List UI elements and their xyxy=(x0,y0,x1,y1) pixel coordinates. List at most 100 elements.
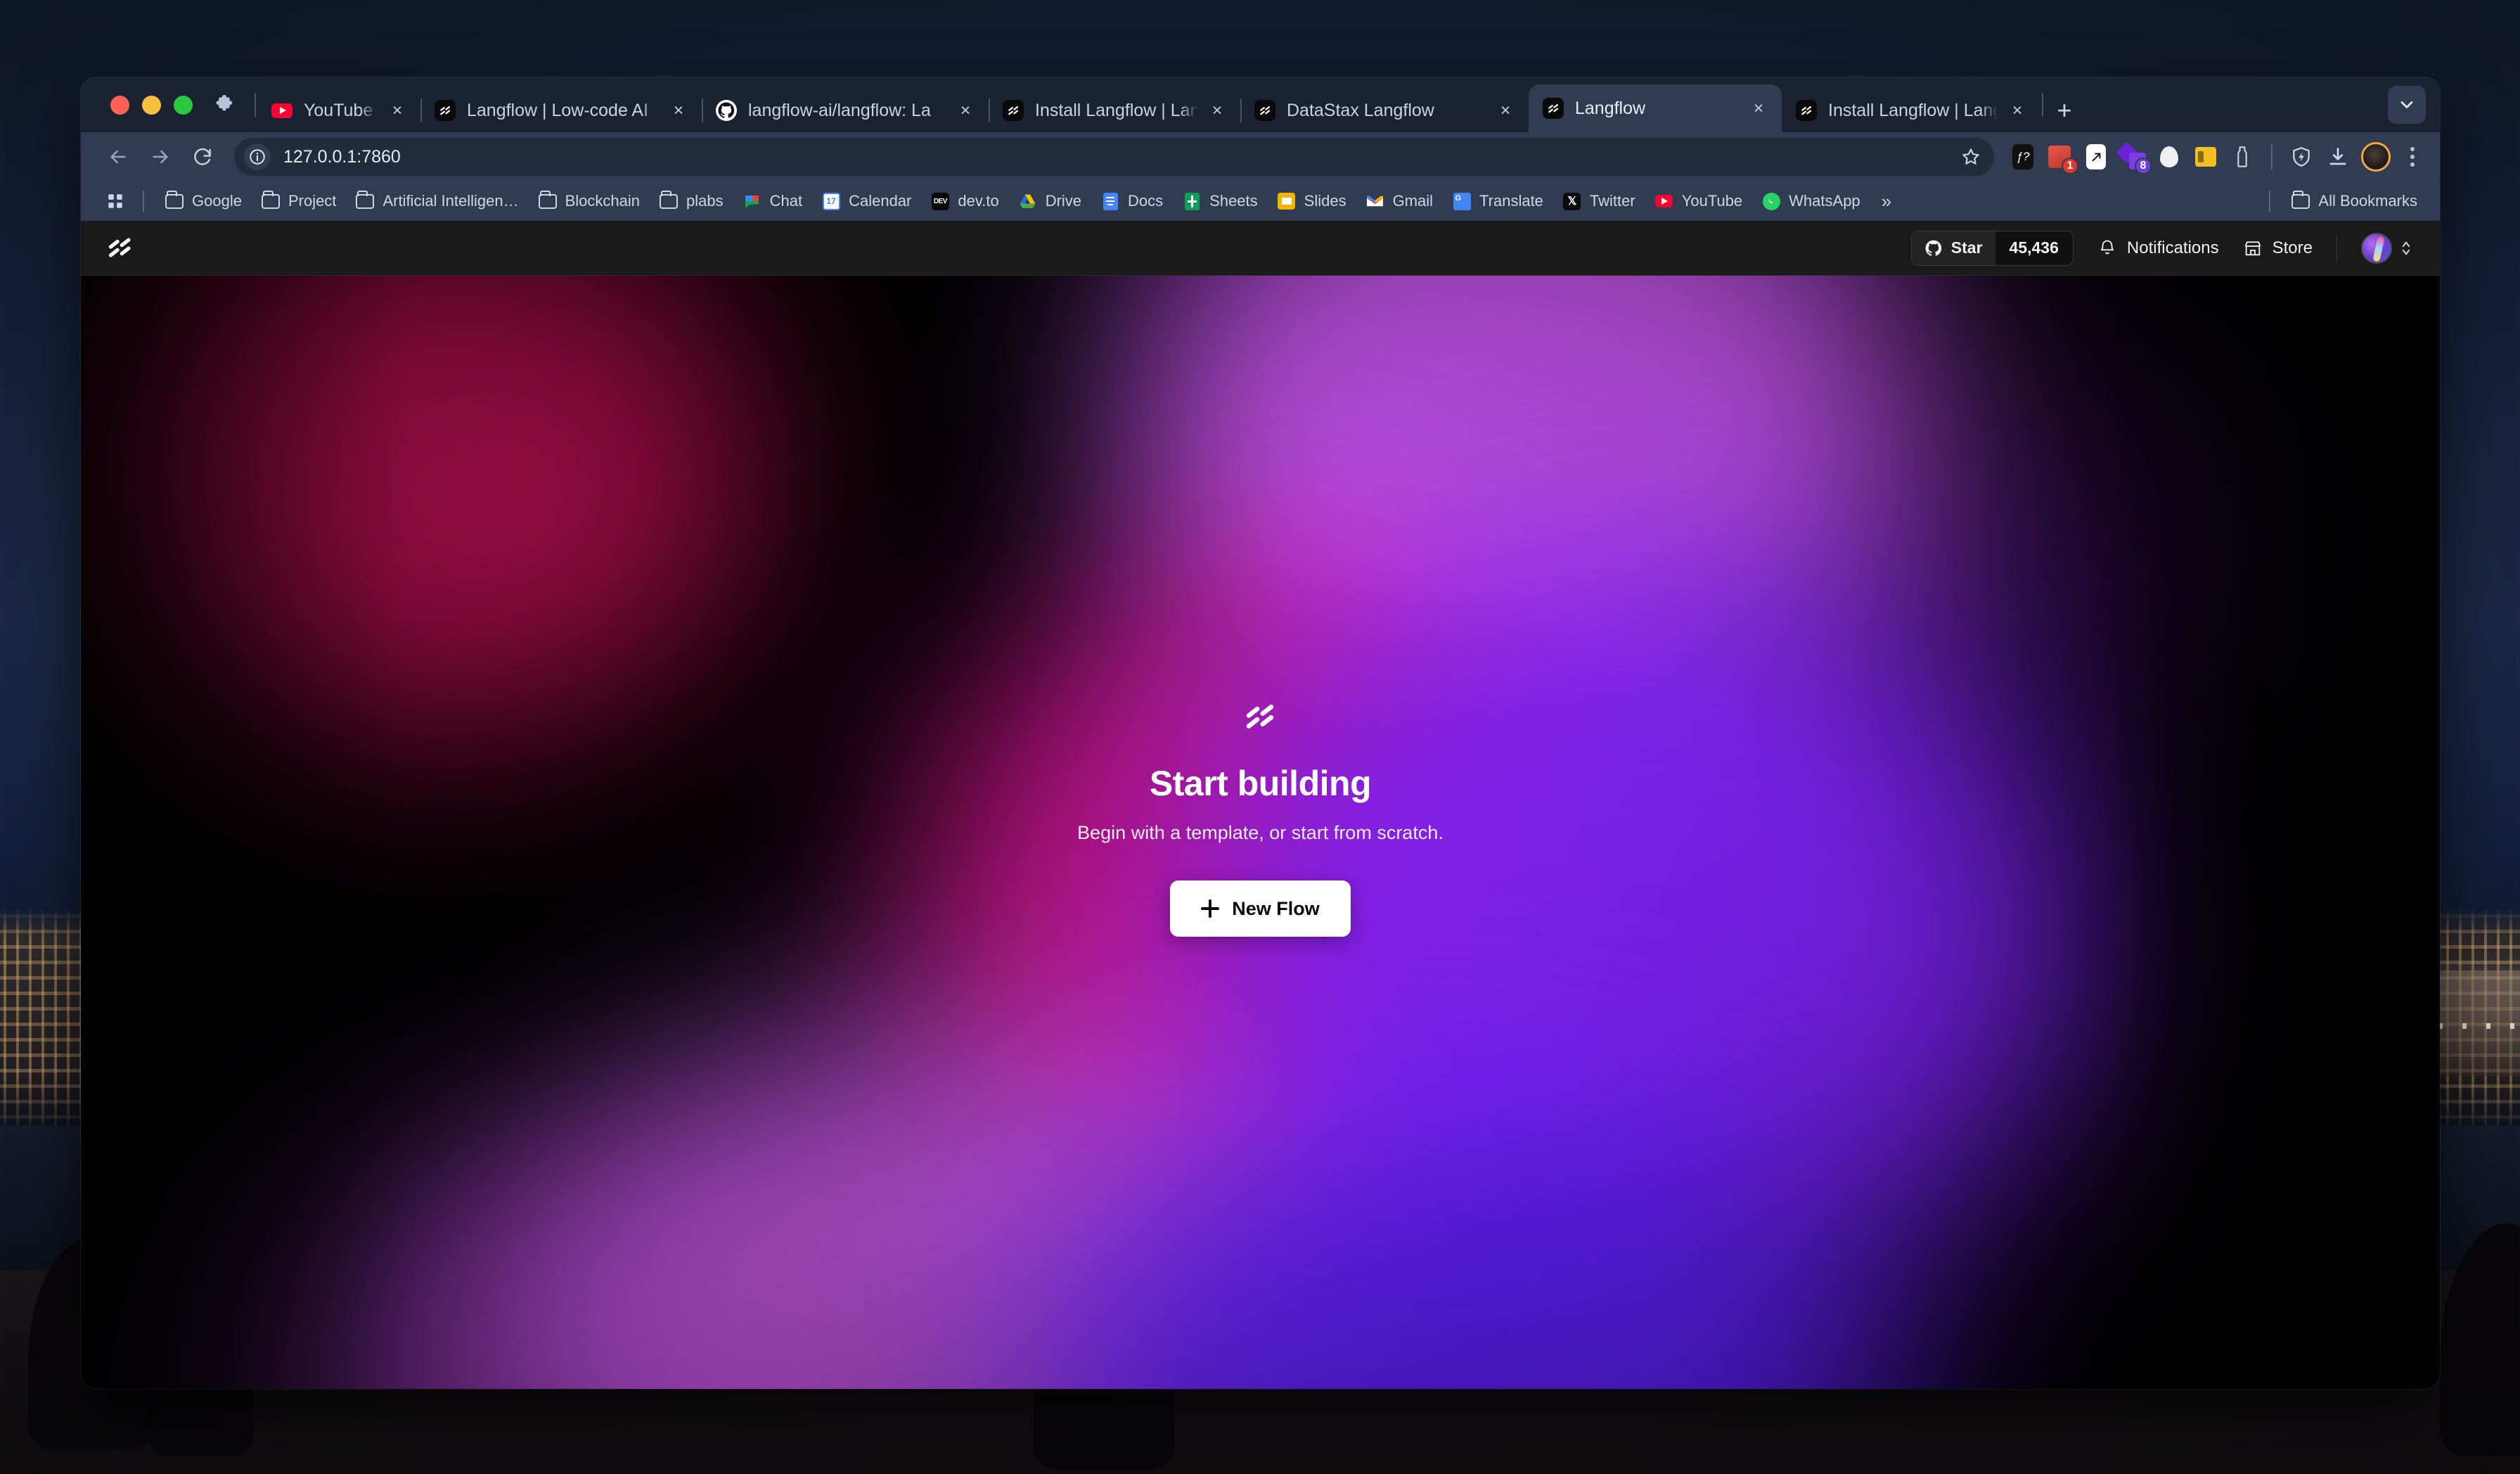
x-twitter-icon: 𝕏 xyxy=(1563,192,1581,210)
bookmark-plabs[interactable]: plabs xyxy=(650,186,733,217)
browser-tab[interactable]: YouTube × xyxy=(257,89,420,132)
extensions-puzzle-button[interactable] xyxy=(205,77,253,132)
bookmark-label: plabs xyxy=(686,192,724,210)
layers-extension-icon[interactable]: 8 xyxy=(2116,141,2152,174)
close-tab-button[interactable]: × xyxy=(952,97,979,124)
kebab-menu-icon[interactable] xyxy=(2400,147,2424,167)
langflow-logo-icon xyxy=(1241,700,1280,735)
github-star-widget[interactable]: Star 45,436 xyxy=(1910,230,2074,266)
function-extension-icon[interactable]: ƒ? xyxy=(2010,143,2036,170)
mail-extension-icon[interactable]: 1 xyxy=(2046,143,2078,174)
desktop: YouTube × Langflow | Low-code AI × langf… xyxy=(0,0,2520,1474)
tab-title: langflow-ai/langflow: La xyxy=(748,100,931,120)
bookmark-blockchain[interactable]: Blockchain xyxy=(529,186,650,217)
store-icon xyxy=(2244,241,2261,255)
tab-strip: YouTube × Langflow | Low-code AI × langf… xyxy=(81,77,2440,132)
bookmark-sheets[interactable]: Sheets xyxy=(1173,186,1268,217)
new-flow-button[interactable]: New Flow xyxy=(1170,880,1351,937)
github-icon xyxy=(716,100,737,121)
bookmark-slides[interactable]: Slides xyxy=(1268,186,1356,217)
bottle-extension-icon[interactable] xyxy=(2229,143,2256,170)
reload-button[interactable] xyxy=(184,138,221,176)
bookmark-translate[interactable]: G Translate xyxy=(1443,186,1553,217)
google-slides-icon xyxy=(1278,192,1296,210)
profile-avatar[interactable] xyxy=(2361,142,2391,172)
maximize-window-button[interactable] xyxy=(174,95,193,115)
close-tab-button[interactable]: × xyxy=(1745,95,1772,122)
tab-title: YouTube xyxy=(304,100,373,120)
store-label: Store xyxy=(2272,238,2313,257)
bookmark-label: Twitter xyxy=(1589,192,1635,210)
bookmark-docs[interactable]: Docs xyxy=(1091,186,1173,217)
google-sheets-icon xyxy=(1183,192,1201,210)
close-tab-button[interactable]: × xyxy=(1492,97,1519,124)
bookmarks-overflow-button[interactable]: » xyxy=(1870,191,1903,212)
close-tab-button[interactable]: × xyxy=(1204,97,1230,124)
note-extension-icon[interactable] xyxy=(2192,143,2219,170)
forward-button[interactable] xyxy=(141,138,179,176)
minimize-window-button[interactable] xyxy=(142,95,161,115)
bottle-icon xyxy=(2237,146,2247,167)
bookmark-drive[interactable]: Drive xyxy=(1009,186,1091,217)
langflow-icon xyxy=(1003,100,1024,121)
browser-tab[interactable]: Install Langflow | Langfl × xyxy=(989,89,1240,132)
bookmark-label: WhatsApp xyxy=(1789,192,1860,210)
info-circle-icon xyxy=(250,149,265,165)
close-tab-button[interactable]: × xyxy=(665,97,692,124)
langflow-logo-icon[interactable] xyxy=(105,233,136,264)
bookmark-google[interactable]: Google xyxy=(155,186,252,217)
bookmark-project[interactable]: Project xyxy=(252,186,346,217)
tab-search-button[interactable] xyxy=(2388,86,2426,124)
bookmark-devto[interactable]: DEV dev.to xyxy=(921,186,1008,217)
extensions-row: ƒ? 1 8 xyxy=(2010,141,2424,174)
tab-title: Langflow | Low-code AI xyxy=(467,100,649,120)
bookmark-artificial-intelligence[interactable]: Artificial Intelligen… xyxy=(346,186,528,217)
close-tab-button[interactable]: × xyxy=(384,97,411,124)
browser-tab[interactable]: langflow-ai/langflow: La × xyxy=(702,89,989,132)
bookmark-label: Docs xyxy=(1128,192,1164,210)
bookmark-chat[interactable]: Chat xyxy=(733,186,812,217)
browser-tab[interactable]: Install Langflow | Langfl × xyxy=(1782,89,2040,132)
folder-icon xyxy=(2291,190,2310,210)
bookmark-star-button[interactable] xyxy=(1955,141,1987,173)
new-tab-button[interactable]: + xyxy=(2045,89,2084,132)
user-avatar xyxy=(2361,232,2392,264)
github-star-label: Star xyxy=(1950,238,1983,257)
browser-tab[interactable]: DataStax Langflow × xyxy=(1240,89,1529,132)
youtube-icon xyxy=(271,100,292,121)
user-menu-button[interactable] xyxy=(2361,232,2413,264)
bookmark-label: Sheets xyxy=(1209,192,1258,210)
url-text[interactable]: 127.0.0.1:7860 xyxy=(283,147,1955,167)
tab-title: Install Langflow | Langfl xyxy=(1035,100,1198,120)
back-button[interactable] xyxy=(99,138,137,176)
cursor-extension-icon[interactable] xyxy=(2083,143,2109,170)
browser-tab-active[interactable]: Langflow × xyxy=(1529,84,1782,132)
downloads-icon[interactable] xyxy=(2325,143,2351,170)
page-subtitle: Begin with a template, or start from scr… xyxy=(1077,822,1444,843)
header-divider xyxy=(2336,233,2337,262)
bookmark-calendar[interactable]: 17 Calendar xyxy=(812,186,921,217)
bookmark-whatsapp[interactable]: WhatsApp xyxy=(1752,186,1870,217)
bookmark-gmail[interactable]: Gmail xyxy=(1356,186,1443,217)
store-button[interactable]: Store xyxy=(2243,238,2313,258)
langflow-icon xyxy=(1796,100,1817,121)
site-info-button[interactable] xyxy=(244,143,271,170)
star-outline-icon xyxy=(1962,148,1979,165)
bookmark-twitter[interactable]: 𝕏 Twitter xyxy=(1553,186,1645,217)
github-star-button[interactable]: Star xyxy=(1911,231,1995,265)
close-window-button[interactable] xyxy=(110,95,129,115)
shield-extension-icon[interactable] xyxy=(2288,143,2315,170)
mail-extension-badge: 1 xyxy=(2062,158,2078,174)
all-bookmarks-button[interactable]: All Bookmarks xyxy=(2282,186,2427,217)
langflow-app: Star 45,436 Notifications Store Start bu… xyxy=(81,221,2440,1389)
drop-extension-icon[interactable] xyxy=(2156,143,2182,170)
chevron-down-icon xyxy=(2400,101,2413,108)
close-tab-button[interactable]: × xyxy=(2004,97,2031,124)
browser-tab[interactable]: Langflow | Low-code AI × xyxy=(420,89,702,132)
notifications-button[interactable]: Notifications xyxy=(2097,238,2219,258)
new-flow-label: New Flow xyxy=(1232,897,1320,919)
address-bar[interactable]: 127.0.0.1:7860 xyxy=(234,138,1994,176)
github-icon xyxy=(1925,240,1941,256)
bookmark-youtube[interactable]: YouTube xyxy=(1645,186,1752,217)
apps-grid-icon[interactable] xyxy=(99,186,131,216)
